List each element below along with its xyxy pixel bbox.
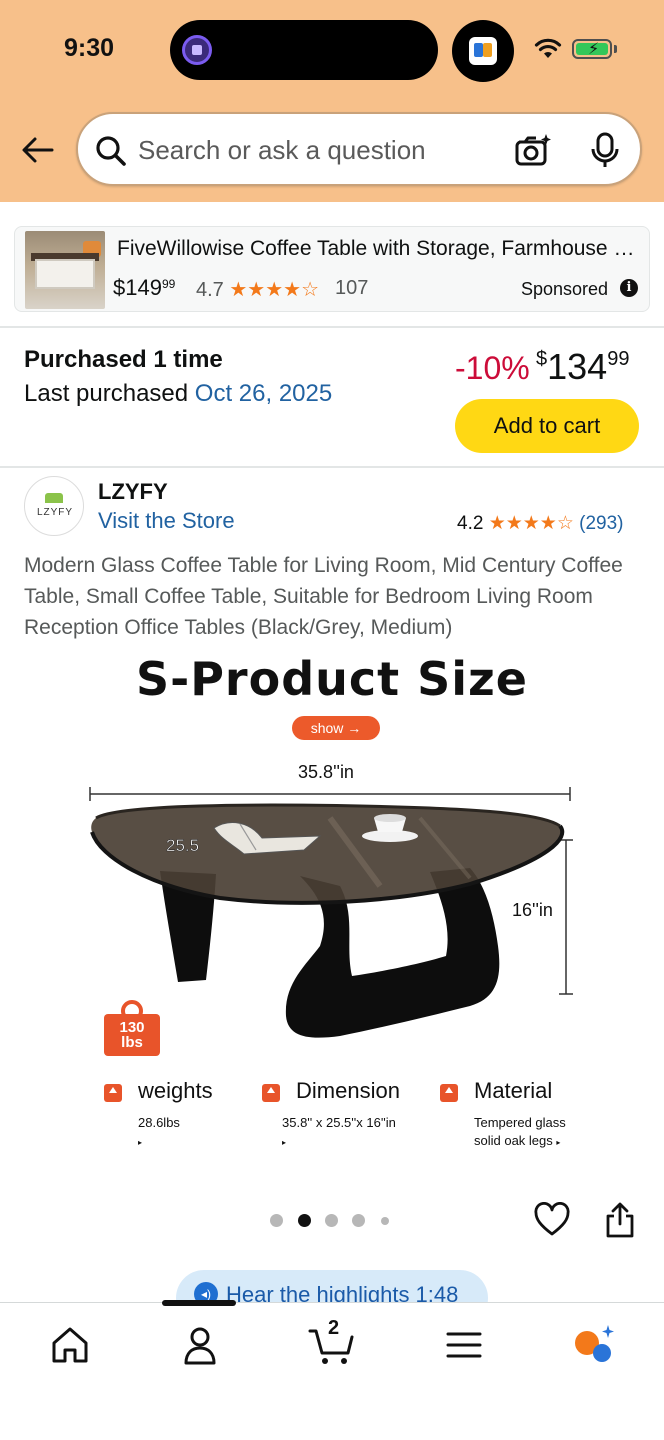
star-rating-icon: ★★★★☆	[229, 279, 320, 301]
height-dimension: 16''in	[512, 900, 553, 920]
cart-button[interactable]: 2	[308, 1317, 354, 1367]
dynamic-island	[170, 20, 438, 80]
search-bar[interactable]	[76, 112, 642, 186]
arrow-right-icon: ▸	[282, 1138, 287, 1147]
upload-arrow-icon	[104, 1084, 122, 1102]
sponsored-product-image	[25, 231, 105, 309]
width-dimension: 35.8''in	[298, 762, 354, 782]
product-image-gallery[interactable]: S-Product Size show → 35.8''in 16''in 25…	[0, 646, 664, 1166]
brand-name: LZYFY	[98, 479, 168, 504]
upload-arrow-icon	[440, 1084, 458, 1102]
sponsored-title: FiveWillowise Coffee Table with Storage,…	[117, 237, 637, 260]
search-icon	[96, 136, 126, 166]
size-heading: S-Product Size	[135, 652, 529, 706]
sponsored-rating: 4.7 ★★★★☆	[196, 279, 320, 301]
sponsored-review-count: 107	[335, 277, 369, 299]
account-icon[interactable]	[178, 1323, 222, 1367]
arrow-right-icon: ▸	[556, 1138, 561, 1147]
status-time: 9:30	[64, 34, 115, 62]
battery-icon: ⚡	[572, 39, 612, 59]
arrow-right-icon: ▸	[138, 1138, 143, 1147]
nav-active-indicator	[162, 1300, 236, 1306]
purchase-count: Purchased 1 time	[24, 346, 223, 373]
app-header: 9:30 ⚡	[0, 0, 664, 202]
menu-icon[interactable]	[442, 1323, 486, 1367]
sponsored-price: $14999	[113, 275, 176, 300]
search-input[interactable]	[138, 130, 498, 170]
camera-search-icon[interactable]	[514, 132, 552, 168]
home-icon[interactable]	[48, 1323, 92, 1367]
battery-tip	[614, 45, 617, 53]
audiobook-app-icon	[182, 35, 212, 65]
heart-icon[interactable]	[534, 1202, 570, 1238]
discount-percent: -10%	[455, 350, 530, 386]
show-button[interactable]: show →	[292, 716, 380, 740]
wifi-icon	[534, 38, 562, 58]
depth-dimension: 25.5	[166, 836, 200, 856]
upload-arrow-icon	[262, 1084, 280, 1102]
add-to-cart-button[interactable]: Add to cart	[455, 399, 639, 453]
info-icon[interactable]: i	[620, 279, 638, 297]
divider	[0, 326, 664, 328]
weight-capacity-badge: 130 lbs	[104, 998, 160, 1056]
sofa-logo-icon	[45, 493, 63, 503]
visit-store-link[interactable]: Visit the Store	[98, 508, 235, 534]
sponsored-product-card[interactable]: FiveWillowise Coffee Table with Storage,…	[14, 226, 650, 312]
share-icon[interactable]	[604, 1202, 636, 1238]
store-logo[interactable]: LZYFY	[24, 476, 84, 536]
star-rating-icon: ★★★★☆	[488, 513, 574, 534]
last-purchased: Last purchased Oct 26, 2025	[24, 380, 333, 407]
sponsored-label: Sponsored	[521, 279, 609, 299]
microphone-icon[interactable]	[590, 132, 620, 170]
product-title: Modern Glass Coffee Table for Living Roo…	[24, 554, 623, 639]
app-activity-icon	[469, 37, 497, 65]
live-activity	[452, 20, 514, 82]
cart-count: 2	[328, 1317, 340, 1339]
store-rating[interactable]: 4.2 ★★★★☆ (293)	[457, 512, 624, 535]
last-purchased-date: Oct 26, 2025	[194, 380, 333, 407]
current-price: $13499	[536, 346, 630, 387]
back-arrow-icon[interactable]	[20, 132, 56, 168]
bottom-navigation: 2	[0, 1300, 664, 1440]
divider	[0, 466, 664, 468]
rufus-assistant-icon[interactable]	[572, 1323, 616, 1367]
